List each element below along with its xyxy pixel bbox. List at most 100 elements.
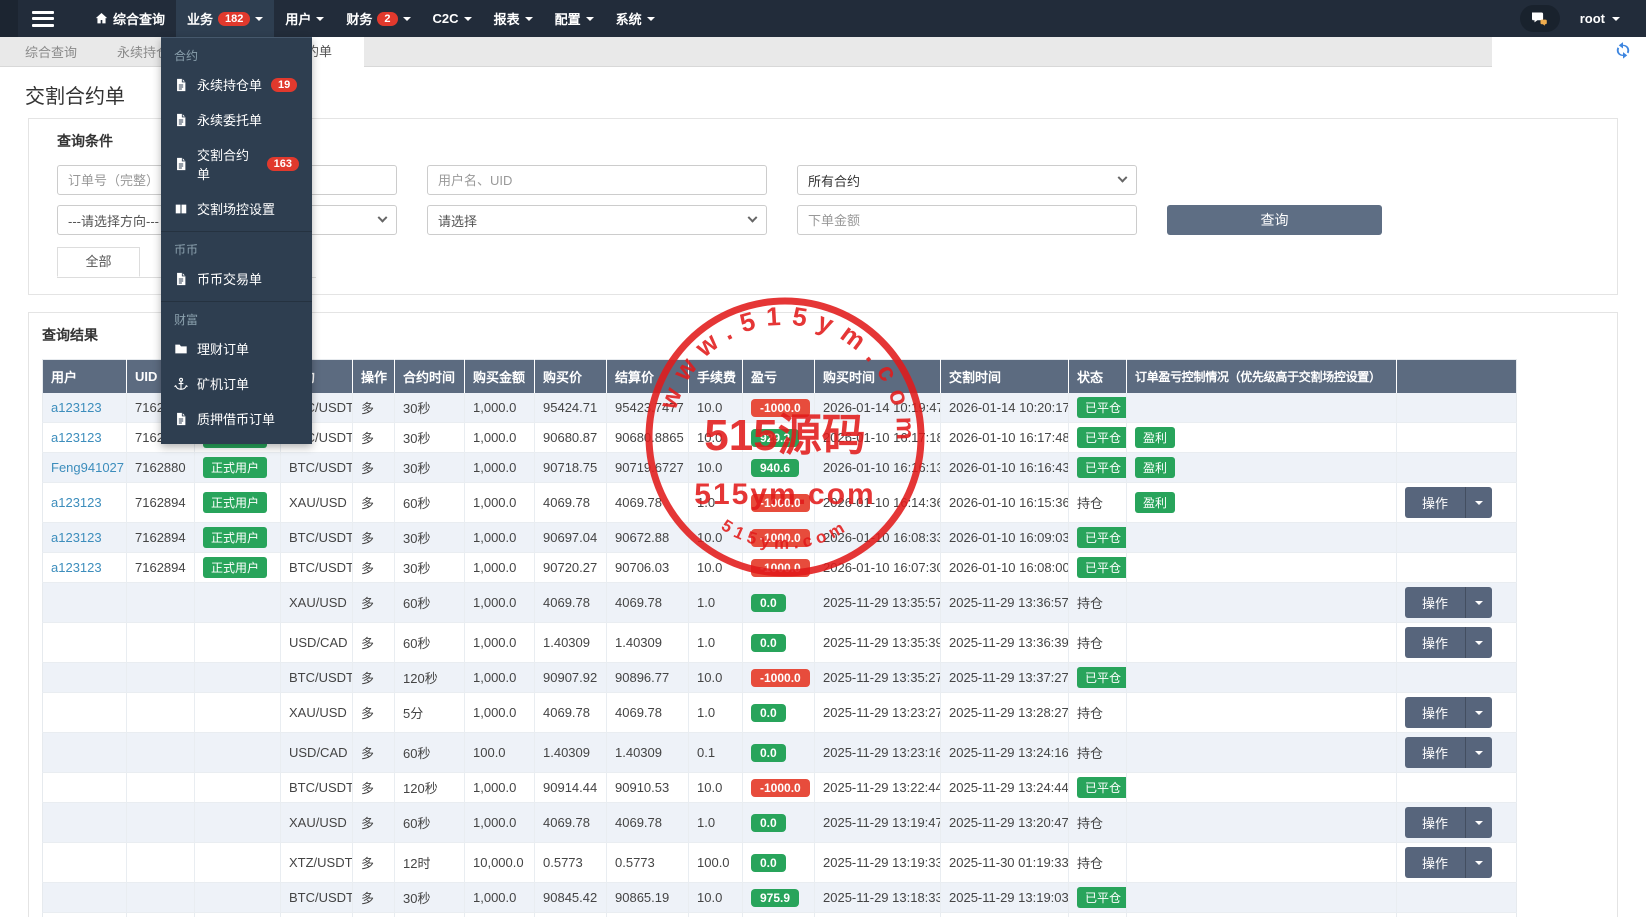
row-action-label[interactable]: 操作 (1405, 697, 1465, 728)
cell-direction: 多 (353, 393, 395, 423)
row-action-dropdown-toggle[interactable] (1465, 737, 1492, 768)
user-link[interactable]: a123123 (51, 430, 102, 445)
user-uid-input[interactable] (427, 165, 767, 195)
cell-delivery-time: 2026-01-10 16:08:00 (941, 553, 1069, 583)
status-select[interactable]: 请选择 (427, 205, 767, 235)
row-action-button[interactable]: 操作 (1405, 847, 1492, 878)
dropdown-item-delivery-control[interactable]: 交割场控设置 (161, 191, 312, 226)
row-action-dropdown-toggle[interactable] (1465, 807, 1492, 838)
nav-item-finance[interactable]: 财务2 (335, 0, 421, 37)
nav-item-reports[interactable]: 报表 (483, 0, 544, 37)
row-action-dropdown-toggle[interactable] (1465, 627, 1492, 658)
chevron-down-icon (1475, 501, 1483, 505)
pnl-badge: -1000.0 (751, 559, 810, 577)
cell-user: a123123 (43, 423, 127, 453)
contract-select[interactable]: 所有合约 (797, 165, 1137, 195)
row-action-label[interactable]: 操作 (1405, 587, 1465, 618)
dropdown-item-label: 理财订单 (197, 339, 249, 358)
cell-user (43, 913, 127, 917)
cell-fee: 1.0 (689, 803, 743, 843)
row-action-button[interactable]: 操作 (1405, 697, 1492, 728)
chevron-down-icon (1475, 821, 1483, 825)
tab-all[interactable]: 全部 (57, 247, 140, 277)
dropdown-item-delivery-contracts[interactable]: 交割合约单163 (161, 137, 312, 191)
pnl-badge: 0.0 (751, 594, 786, 612)
chevron-down-icon (1475, 601, 1483, 605)
row-action-dropdown-toggle[interactable] (1465, 587, 1492, 618)
nav-item-system[interactable]: 系统 (605, 0, 666, 37)
hamburger-menu-button[interactable] (32, 11, 54, 27)
dropdown-item-wealth-orders[interactable]: 理财订单 (161, 331, 312, 366)
row-action-button[interactable]: 操作 (1405, 487, 1492, 518)
cell-user (43, 773, 127, 803)
cell-duration: 120秒 (395, 663, 465, 693)
cell-uid: 7162880 (127, 453, 195, 483)
col-header-4: 操作 (353, 360, 395, 394)
amount-input[interactable] (797, 205, 1137, 235)
refresh-button[interactable] (1610, 41, 1636, 63)
cell-buy-time: 2026-01-10 16:08:33 (815, 523, 941, 553)
page-tab-0[interactable]: 综合查询 (25, 42, 77, 61)
row-action-dropdown-toggle[interactable] (1465, 697, 1492, 728)
cell-buy-price: 4069.78 (535, 803, 607, 843)
row-action-button[interactable]: 操作 (1405, 587, 1492, 618)
cell-delivery-time: 2026-01-10 16:09:03 (941, 523, 1069, 553)
nav-item-users[interactable]: 用户 (274, 0, 335, 37)
user-menu[interactable]: root (1580, 11, 1620, 26)
cell-uid (127, 803, 195, 843)
cell-pnl: 0.0 (743, 803, 815, 843)
user-type-badge: 正式用户 (203, 527, 267, 548)
nav-item-overview[interactable]: 综合查询 (84, 0, 176, 37)
row-action-button[interactable]: 操作 (1405, 807, 1492, 838)
nav-item-label: 财务 (346, 9, 372, 28)
user-link[interactable]: a123123 (51, 495, 102, 510)
cell-status (1069, 913, 1127, 917)
user-link[interactable]: Feng941027 (51, 460, 124, 475)
columns-icon (174, 202, 188, 216)
dropdown-item-perpetual-orders[interactable]: 永续委托单 (161, 102, 312, 137)
cell-delivery-time: 2026-01-10 16:15:36 (941, 483, 1069, 523)
cell-fee: 1.0 (689, 623, 743, 663)
cell-delivery-time (941, 913, 1069, 917)
anchor-icon (174, 377, 188, 391)
cell-user-type (195, 843, 281, 883)
cell-contract: BTC/USDT (281, 553, 353, 583)
user-link[interactable]: a123123 (51, 400, 102, 415)
cell-status: 持仓 (1069, 623, 1127, 663)
nav-item-business[interactable]: 业务182 (176, 0, 274, 37)
cell-pnl-control (1127, 803, 1397, 843)
row-action-button[interactable]: 操作 (1405, 627, 1492, 658)
dropdown-item-perpetual-positions[interactable]: 永续持仓单19 (161, 67, 312, 102)
dropdown-item-pledge-orders[interactable]: 质押借币订单 (161, 401, 312, 436)
row-action-label[interactable]: 操作 (1405, 487, 1465, 518)
row-action-label[interactable]: 操作 (1405, 737, 1465, 768)
cell-fee: 10.0 (689, 883, 743, 913)
user-link[interactable]: a123123 (51, 530, 102, 545)
cell-buy-price: 0.5773 (535, 843, 607, 883)
messages-button[interactable] (1520, 5, 1560, 32)
pnl-badge: 975.9 (751, 889, 799, 907)
cell-status: 持仓 (1069, 843, 1127, 883)
cell-fee: 1.0 (689, 583, 743, 623)
search-button[interactable]: 查询 (1167, 205, 1382, 235)
row-action-label[interactable]: 操作 (1405, 847, 1465, 878)
row-action-button[interactable]: 操作 (1405, 737, 1492, 768)
table-row: a1231237162894正式用户BTC/USDT多30秒1,000.0906… (43, 523, 1517, 553)
nav-item-c2c[interactable]: C2C (422, 0, 483, 37)
cell-action (1397, 393, 1517, 423)
row-action-dropdown-toggle[interactable] (1465, 847, 1492, 878)
row-action-label[interactable]: 操作 (1405, 807, 1465, 838)
nav-item-config[interactable]: 配置 (544, 0, 605, 37)
notification-badge: 19 (271, 78, 297, 92)
row-action-dropdown-toggle[interactable] (1465, 487, 1492, 518)
cell-settle-price: 0.5773 (607, 843, 689, 883)
row-action-label[interactable]: 操作 (1405, 627, 1465, 658)
dropdown-item-spot-trades[interactable]: 币币交易单 (161, 261, 312, 296)
user-link[interactable]: a123123 (51, 560, 102, 575)
dropdown-item-miner-orders[interactable]: 矿机订单 (161, 366, 312, 401)
col-header-6: 购买金额 (465, 360, 535, 394)
cell-buy-price: 1.40309 (535, 733, 607, 773)
cell-user (43, 733, 127, 773)
file-icon (174, 412, 188, 426)
cell-uid (127, 883, 195, 913)
